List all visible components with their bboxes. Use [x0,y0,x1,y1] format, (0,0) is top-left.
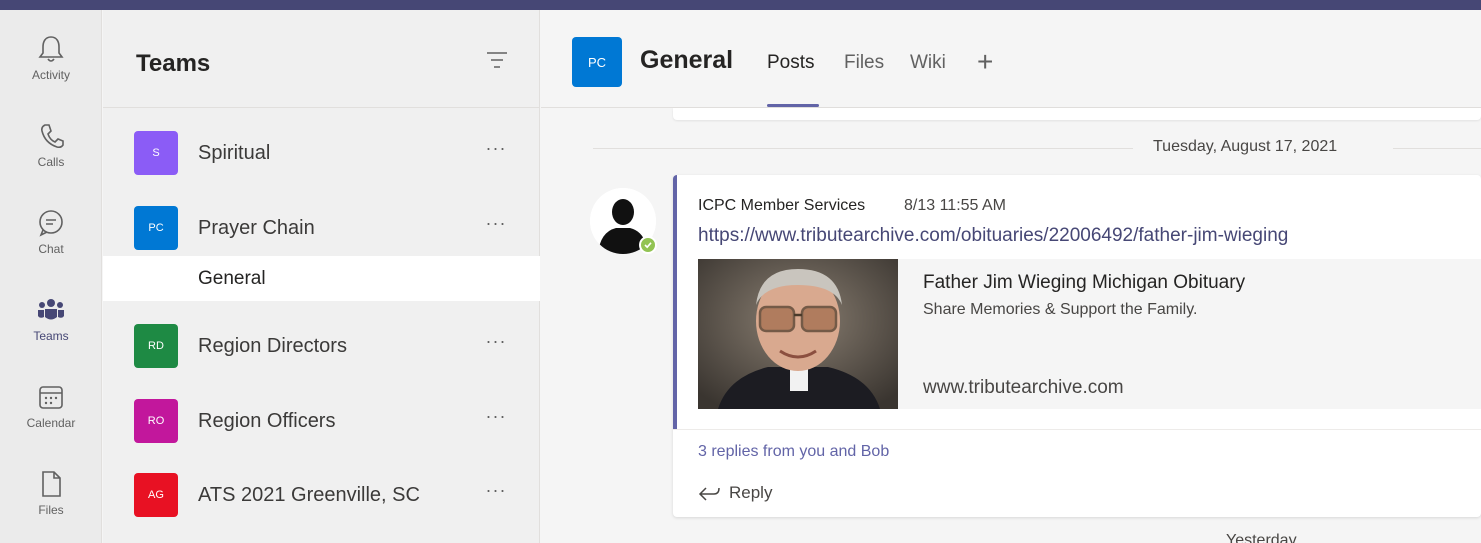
filter-icon[interactable] [486,51,508,69]
phone-icon [41,124,64,149]
channel-name: General [198,268,266,289]
team-row-region-officers[interactable]: RO Region Officers ··· [103,391,540,451]
rail-label-teams: Teams [33,329,69,343]
date-divider-label: Tuesday, August 17, 2021 [1153,138,1338,155]
rail-item-teams[interactable]: Teams [0,281,102,361]
team-name: Spiritual [198,142,271,164]
link-preview-card[interactable]: Father Jim Wieging Michigan Obituary Sha… [698,259,1481,409]
more-options-icon[interactable]: ··· [484,214,508,238]
calendar-icon [39,386,63,409]
team-avatar: AG [134,473,178,517]
replies-summary-link[interactable]: 3 replies from you and Bob [698,443,889,461]
post-card: ICPC Member Services 8/13 11:55 AM https… [673,175,1481,517]
file-icon [42,471,61,497]
add-tab-button[interactable]: + [977,46,993,78]
team-avatar: S [134,131,178,175]
divider-line [1393,148,1481,149]
previous-post-card [673,108,1481,120]
rail-label-calendar: Calendar [26,416,76,430]
reply-label: Reply [729,483,773,502]
teams-icon [38,299,64,320]
next-date-divider-label: Yesterday [1226,532,1297,543]
app-rail: Activity Calls Chat Teams Calendar Files [0,10,102,543]
bell-icon [38,36,64,62]
teams-panel: Teams S Spiritual ··· PC Prayer Chain ··… [103,10,540,543]
channel-title: General [640,46,734,74]
presence-available-icon [639,236,657,254]
preview-domain: www.tributearchive.com [923,377,1124,398]
post-accent-bar [673,175,677,429]
rail-item-chat[interactable]: Chat [0,194,102,274]
date-divider: Tuesday, August 17, 2021 [593,136,1481,160]
top-bar [0,0,1481,10]
team-row-region-directors[interactable]: RD Region Directors ··· [103,316,540,376]
team-row-ats-2021[interactable]: AG ATS 2021 Greenville, SC ··· [103,465,540,525]
chat-icon [39,210,63,237]
team-avatar: RD [134,324,178,368]
card-divider [673,429,1481,430]
channel-header: PC General Posts Files Wiki + [541,10,1481,108]
team-name: Prayer Chain [198,217,315,239]
active-tab-indicator [767,104,819,107]
rail-item-files[interactable]: Files [0,455,102,535]
rail-label-calls: Calls [37,155,65,169]
rail-label-files: Files [38,503,64,517]
more-options-icon[interactable]: ··· [484,332,508,356]
team-row-spiritual[interactable]: S Spiritual ··· [103,123,540,183]
more-options-icon[interactable]: ··· [484,407,508,431]
team-avatar: RO [134,399,178,443]
team-name: Region Directors [198,335,347,357]
reply-arrow-icon [698,487,720,501]
teams-panel-title: Teams [136,50,211,77]
preview-thumbnail [698,259,898,409]
preview-title: Father Jim Wieging Michigan Obituary [923,272,1246,293]
team-row-prayer-chain[interactable]: PC Prayer Chain ··· [103,198,540,258]
rail-item-activity[interactable]: Activity [0,20,102,100]
post-link[interactable]: https://www.tributearchive.com/obituarie… [698,225,1288,247]
divider-line [593,148,1133,149]
rail-item-calls[interactable]: Calls [0,107,102,187]
tab-posts[interactable]: Posts [767,52,815,74]
rail-label-chat: Chat [38,242,64,256]
reply-button[interactable]: Reply [698,483,772,503]
channel-item-general[interactable]: General [103,256,540,301]
post-timestamp: 8/13 11:55 AM [904,197,1006,214]
rail-label-activity: Activity [31,68,70,82]
tab-wiki[interactable]: Wiki [910,52,946,74]
teams-panel-header: Teams [103,10,540,108]
team-name: Region Officers [198,410,336,432]
rail-item-calendar[interactable]: Calendar [0,368,102,448]
channel-avatar: PC [572,37,622,87]
tab-files[interactable]: Files [844,52,884,74]
channel-main: PC General Posts Files Wiki + Tuesday, A… [541,10,1481,543]
more-options-icon[interactable]: ··· [484,481,508,505]
preview-description: Share Memories & Support the Family. [923,301,1198,318]
more-options-icon[interactable]: ··· [484,139,508,163]
team-avatar: PC [134,206,178,250]
post-author[interactable]: ICPC Member Services [698,197,865,215]
team-name: ATS 2021 Greenville, SC [198,484,420,506]
